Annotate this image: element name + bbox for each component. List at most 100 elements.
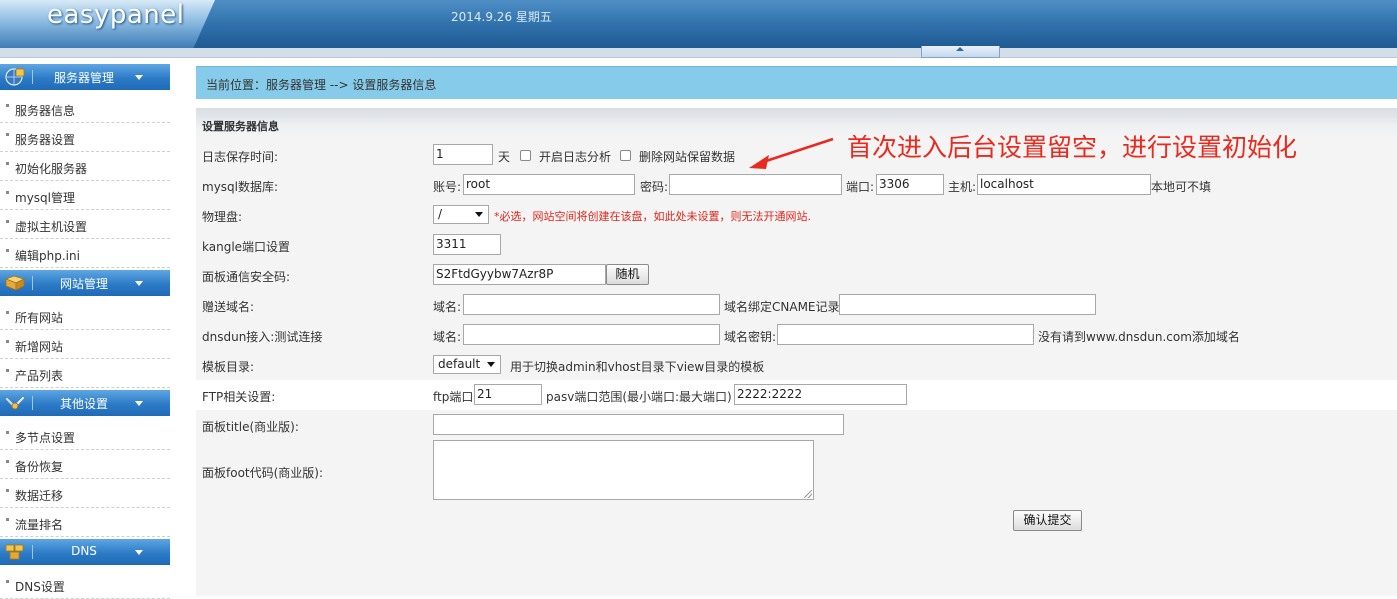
mysql-password-input[interactable]	[669, 174, 842, 195]
resize-handle-icon[interactable]	[804, 490, 812, 498]
panel-title-input[interactable]	[433, 414, 844, 435]
ftp-port-input[interactable]: 21	[474, 384, 542, 405]
sidebar-group-title: 网站管理	[59, 277, 108, 291]
mysql-account-label: 账号:	[433, 180, 462, 194]
bullet-icon	[6, 340, 9, 343]
pasv-range-label: pasv端口范围(最小端口:最大端口)	[546, 390, 732, 404]
sidebar-item-label: 多节点设置	[15, 431, 76, 445]
chevron-down-icon	[135, 75, 143, 80]
mysql-host-label: 主机:	[948, 180, 977, 194]
row-template: 模板目录: default 用于切换admin和vhost目录下view目录的模…	[196, 350, 1397, 380]
sidebar-group-title: DNS	[71, 544, 97, 558]
mysql-host-input[interactable]: localhost	[977, 174, 1151, 195]
kangle-port-input[interactable]: 3311	[433, 234, 501, 255]
submit-button[interactable]: 确认提交	[1013, 510, 1082, 531]
mysql-password-label: 密码:	[640, 180, 669, 194]
chevron-down-icon	[475, 212, 483, 217]
sidebar-item-php-ini[interactable]: 编辑php.ini	[0, 239, 170, 268]
sidebar-item-label: 数据迁移	[15, 489, 64, 503]
sidebar-item-init-server[interactable]: 初始化服务器	[0, 152, 170, 181]
bullet-icon	[6, 162, 9, 165]
kangle-port-label: kangle端口设置	[202, 240, 291, 254]
row-kangle-port: kangle端口设置 3311	[196, 230, 1397, 260]
sidebar-group-server[interactable]: 服务器管理	[0, 64, 170, 90]
row-ftp: FTP相关设置: ftp端口 21 pasv端口范围(最小端口:最大端口) 22…	[196, 380, 1397, 410]
chevron-down-icon	[487, 362, 495, 367]
sidebar-item-server-settings[interactable]: 服务器设置	[0, 123, 170, 152]
sidebar-item-multi-node[interactable]: 多节点设置	[0, 421, 170, 450]
gift-domain-domain-label: 域名:	[433, 300, 462, 314]
dnsdun-test-link[interactable]: dnsdun接入:测试连接	[202, 328, 322, 345]
enable-log-analysis-checkbox[interactable]	[520, 150, 531, 161]
panel-foot-textarea[interactable]	[433, 440, 814, 500]
separator	[32, 276, 33, 290]
mysql-port-label: 端口:	[846, 180, 875, 194]
sidebar-group-sites[interactable]: 网站管理	[0, 270, 170, 296]
sidebar-item-migration[interactable]: 数据迁移	[0, 479, 170, 508]
row-panel-title: 面板title(商业版):	[196, 410, 1397, 440]
gift-domain-input[interactable]	[463, 294, 720, 315]
chevron-down-icon	[135, 401, 143, 406]
sidebar-item-label: 备份恢复	[15, 460, 64, 474]
bullet-icon	[6, 311, 9, 314]
header-date: 2014.9.26 星期五	[451, 10, 552, 24]
sidebar-group-dns[interactable]: DNS	[0, 539, 170, 565]
template-select[interactable]: default	[433, 355, 501, 374]
pasv-range-input[interactable]: 2222:2222	[734, 384, 907, 405]
mysql-account-input[interactable]: root	[463, 174, 635, 195]
sidebar-item-dns-settings[interactable]: DNS设置	[0, 570, 170, 599]
sidebar: 服务器管理 服务器信息 服务器设置 初始化服务器 mysql管理 虚拟主机设置 …	[0, 58, 170, 599]
bullet-icon	[6, 489, 9, 492]
sidebar-group-other[interactable]: 其他设置	[0, 390, 170, 416]
delete-site-data-label: 删除网站保留数据	[639, 150, 736, 164]
row-panel-foot: 面板foot代码(商业版):	[196, 440, 1397, 500]
log-days-label: 日志保存时间:	[202, 150, 279, 164]
log-days-input[interactable]: 1	[433, 144, 493, 165]
sidebar-item-mysql[interactable]: mysql管理	[0, 181, 170, 210]
row-gift-domain: 赠送域名: 域名: 域名绑定CNAME记录	[196, 290, 1397, 320]
mysql-host-note: 本地可不填	[1151, 180, 1212, 194]
collapse-header-button[interactable]	[921, 46, 1000, 58]
sidebar-item-label: 初始化服务器	[15, 162, 88, 176]
sidebar-item-label: mysql管理	[15, 191, 75, 205]
sidebar-item-label: 服务器设置	[15, 133, 76, 147]
sidebar-item-new-site[interactable]: 新增网站	[0, 330, 170, 359]
chevron-down-icon	[135, 550, 143, 555]
bullet-icon	[6, 133, 9, 136]
breadcrumb-text: 当前位置：服务器管理 --> 设置服务器信息	[206, 78, 437, 92]
random-code-button[interactable]: 随机	[606, 264, 649, 285]
sidebar-item-vhost-settings[interactable]: 虚拟主机设置	[0, 210, 170, 239]
cname-input[interactable]	[839, 294, 1096, 315]
separator	[32, 70, 33, 84]
sidebar-item-products[interactable]: 产品列表	[0, 359, 170, 388]
sidebar-item-server-info[interactable]: 服务器信息	[0, 94, 170, 123]
top-header: easypanel 2014.9.26 星期五	[0, 0, 1397, 48]
disk-selected: /	[438, 207, 443, 221]
annotation-text: 首次进入后台设置留空，进行设置初始化	[847, 133, 1298, 162]
mysql-port-input[interactable]: 3306	[876, 174, 944, 195]
disk-warning: *必选，网站空间将创建在该盘，如此处未设置，则无法开通网站.	[494, 210, 811, 223]
bullet-icon	[6, 220, 9, 223]
sidebar-item-traffic-rank[interactable]: 流量排名	[0, 508, 170, 537]
logo[interactable]: easypanel	[47, 0, 185, 30]
sidebar-item-all-sites[interactable]: 所有网站	[0, 301, 170, 330]
mysql-label: mysql数据库:	[202, 180, 279, 194]
separator	[32, 396, 33, 410]
dnsdun-domain-input[interactable]	[463, 324, 720, 345]
disk-select[interactable]: /	[433, 205, 489, 224]
sidebar-item-label: 产品列表	[15, 369, 64, 383]
sidebar-item-label: 所有网站	[15, 311, 64, 325]
enable-log-analysis-label: 开启日志分析	[539, 150, 612, 164]
book-icon	[4, 275, 26, 291]
server-globe-icon	[5, 68, 25, 86]
row-dnsdun: dnsdun接入:测试连接 域名: 域名密钥: 没有请到www.dnsdun.c…	[196, 320, 1397, 350]
row-security-code: 面板通信安全码: S2FtdGyybw7Azr8P 随机	[196, 260, 1397, 290]
sidebar-item-label: 新增网站	[15, 340, 64, 354]
sidebar-item-backup[interactable]: 备份恢复	[0, 450, 170, 479]
dnsdun-key-input[interactable]	[777, 324, 1034, 345]
bullet-icon	[6, 104, 9, 107]
security-code-input[interactable]: S2FtdGyybw7Azr8P	[433, 264, 606, 285]
log-days-unit: 天	[498, 150, 511, 164]
panel-foot-label: 面板foot代码(商业版):	[202, 466, 324, 480]
delete-site-data-checkbox[interactable]	[620, 150, 631, 161]
